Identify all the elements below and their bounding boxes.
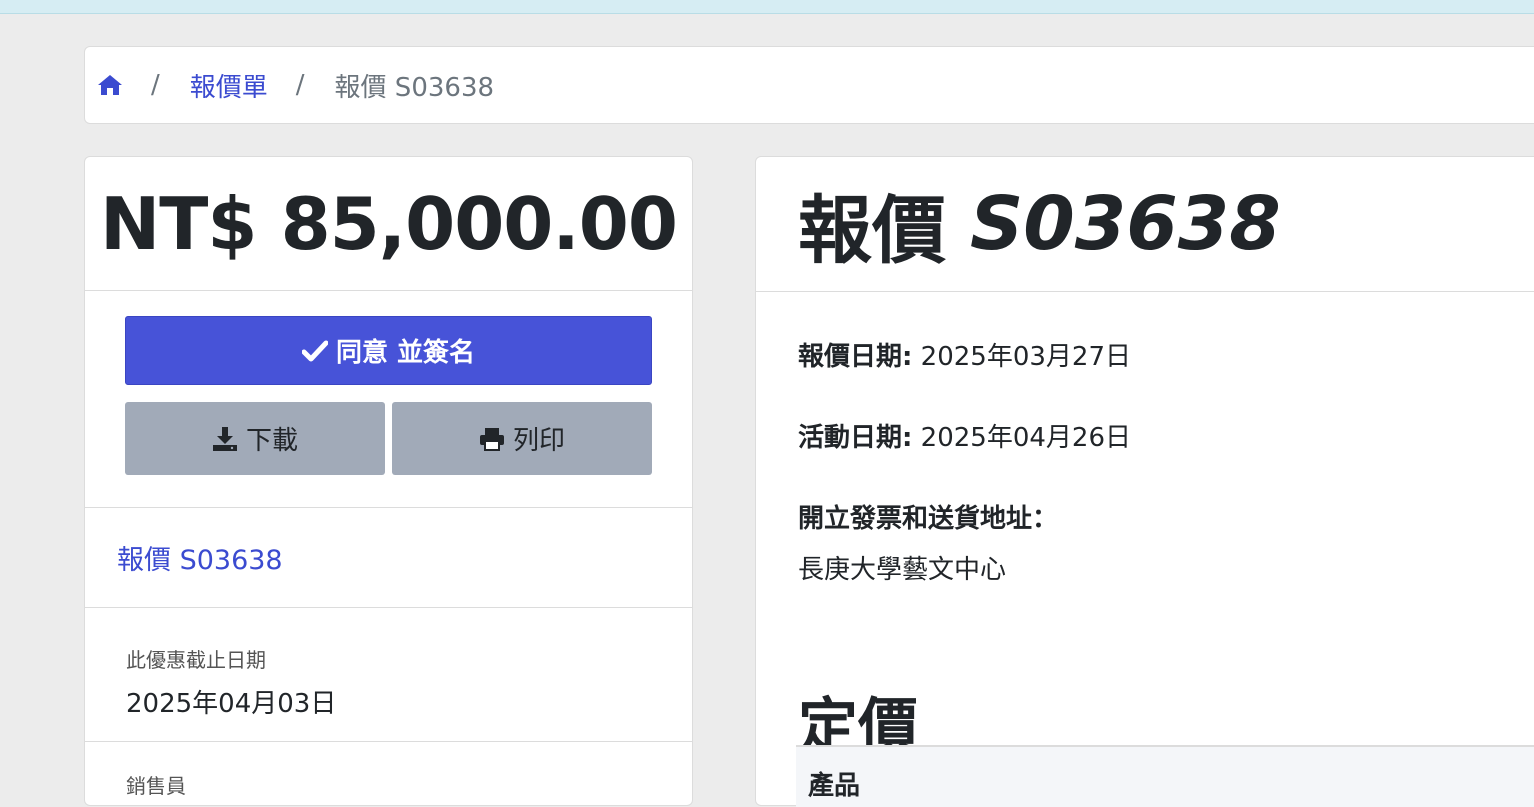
quote-link-row: 報價 S03638 <box>85 508 692 608</box>
breadcrumb: / 報價單 / 報價 S03638 <box>84 46 1534 124</box>
accept-sign-button[interactable]: 同意 並簽名 <box>125 316 652 385</box>
breadcrumb-current: 報價 S03638 <box>334 72 495 103</box>
breadcrumb-separator: / <box>295 70 305 100</box>
quote-title: 報價 S03638 <box>756 157 1534 292</box>
home-icon[interactable] <box>97 72 123 98</box>
print-label: 列印 <box>512 426 565 456</box>
expiry-section: 此優惠截止日期 2025年04月03日 <box>85 608 692 742</box>
quote-title-prefix: 報價 <box>798 187 946 274</box>
print-button[interactable]: 列印 <box>392 402 652 475</box>
download-button[interactable]: 下載 <box>125 402 385 475</box>
download-label: 下載 <box>245 426 298 456</box>
accept-sign-label: 同意 並簽名 <box>335 338 476 368</box>
download-icon <box>212 426 238 452</box>
event-date-row: 活動日期: 2025年04月26日 <box>798 417 1534 454</box>
quote-summary-card: NT$ 85,000.00 同意 並簽名 下載 列印 報價 S03638 此優惠… <box>84 156 693 806</box>
expiry-label: 此優惠截止日期 <box>126 648 266 672</box>
total-amount: NT$ 85,000.00 <box>85 157 692 291</box>
salesperson-section: 銷售員 <box>85 742 692 799</box>
expiry-value: 2025年04月03日 <box>126 689 337 719</box>
quote-date-row: 報價日期: 2025年03月27日 <box>798 336 1534 373</box>
quote-detail-card: 報價 S03638 報價日期: 2025年03月27日 活動日期: 2025年0… <box>755 156 1534 807</box>
quote-link[interactable]: 報價 S03638 <box>117 538 283 577</box>
check-icon <box>301 340 328 362</box>
address-value: 長庚大學藝文中心 <box>798 555 1007 585</box>
quote-date-label: 報價日期: <box>798 342 913 372</box>
breadcrumb-quotes-link[interactable]: 報價單 <box>190 67 268 104</box>
event-date-label: 活動日期: <box>798 423 913 453</box>
event-date-value: 2025年04月26日 <box>920 423 1132 453</box>
table-header-product: 產品 <box>808 771 861 801</box>
quote-info: 報價日期: 2025年03月27日 活動日期: 2025年04月26日 開立發票… <box>756 292 1534 765</box>
quote-date-value: 2025年03月27日 <box>920 342 1132 372</box>
top-banner <box>0 0 1534 14</box>
salesperson-label: 銷售員 <box>126 774 186 798</box>
secondary-actions: 下載 列印 <box>125 402 652 475</box>
print-icon <box>479 426 505 452</box>
product-table-header: 產品 <box>796 745 1534 807</box>
breadcrumb-separator: / <box>151 70 160 100</box>
address-label: 開立發票和送貨地址： <box>798 504 1059 534</box>
quote-title-number: S03638 <box>970 181 1281 267</box>
action-panel: 同意 並簽名 下載 列印 <box>85 291 692 508</box>
